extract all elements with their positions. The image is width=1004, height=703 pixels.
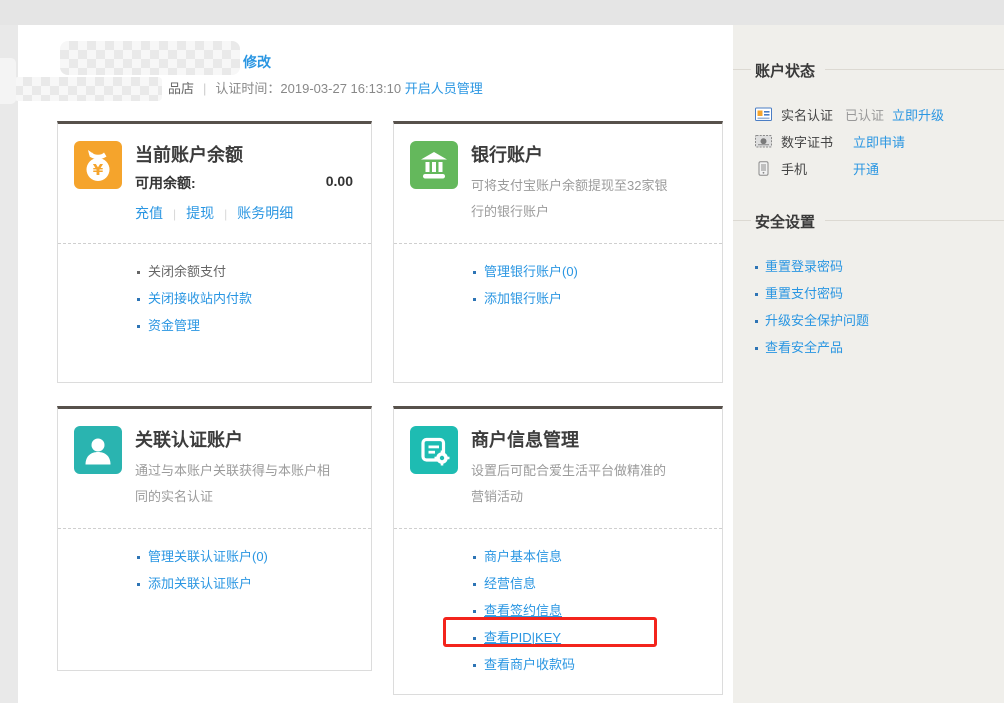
status-row-certificate: 数字证书 立即申请 — [755, 132, 1004, 151]
modify-link[interactable]: 修改 — [243, 52, 271, 72]
card-balance-title: 当前账户余额 — [135, 145, 243, 165]
recharge-link[interactable]: 充值 — [135, 205, 163, 221]
manage-linked-account-link[interactable]: 管理关联认证账户(0) — [137, 549, 371, 565]
card-merchant-header: 商户信息管理 设置后可配合爱生活平台做精准的营销活动 — [394, 409, 722, 529]
quick-separator: | — [224, 207, 228, 221]
reset-pay-password-link[interactable]: 重置支付密码 — [755, 286, 1004, 302]
svg-text:¥: ¥ — [93, 161, 104, 179]
realname-label: 实名认证 — [781, 107, 834, 123]
close-balance-pay-item[interactable]: 关闭余额支付 — [137, 264, 371, 280]
card-bank-title: 银行账户 — [471, 145, 543, 165]
card-bank-header: 银行账户 可将支付宝账户余额提现至32家银行的银行账户 — [394, 124, 722, 244]
account-subline: 品店 | 认证时间：2019-03-27 16:13:10 开启人员管理 — [168, 78, 483, 97]
card-bank-desc: 可将支付宝账户余额提现至32家银行的银行账户 — [471, 178, 668, 219]
card-bank: 银行账户 可将支付宝账户余额提现至32家银行的银行账户 管理银行账户(0) 添加… — [393, 121, 723, 383]
account-status-list: 实名认证 已认证 立即升级 数字证书 立即申请 手机 开通 — [755, 105, 1004, 178]
id-card-icon — [755, 107, 772, 121]
left-gray-strip — [0, 25, 18, 703]
security-links: 重置登录密码 重置支付密码 升级安全保护问题 查看安全产品 — [755, 259, 1004, 356]
staff-management-link[interactable]: 开启人员管理 — [405, 81, 483, 96]
card-merchant-title: 商户信息管理 — [471, 430, 579, 450]
available-balance-value: 0.00 — [325, 173, 353, 189]
right-sidebar: 账户状态 实名认证 已认证 立即升级 数字证书 立即申请 手机 开通 安全设置 … — [733, 25, 1004, 703]
card-balance: ¥ 当前账户余额 可用余额: 0.00 充值 | 提现 | 账务明细 关闭余额支付 关闭… — [57, 121, 372, 383]
status-row-phone: 手机 开通 — [755, 159, 1004, 178]
activate-link[interactable]: 开通 — [853, 159, 879, 178]
merchant-basic-info-link[interactable]: 商户基本信息 — [473, 549, 722, 565]
upgrade-security-question-link[interactable]: 升级安全保护问题 — [755, 313, 1004, 329]
card-linked-header: 关联认证账户 通过与本账户关联获得与本账户相同的实名认证 — [58, 409, 371, 529]
certificate-icon — [755, 134, 772, 147]
cert-time-value: 2019-03-27 16:13:10 — [280, 81, 402, 96]
add-linked-account-link[interactable]: 添加关联认证账户 — [137, 576, 371, 592]
card-linked-desc: 通过与本账户关联获得与本账户相同的实名认证 — [135, 463, 331, 504]
phone-label: 手机 — [781, 161, 808, 177]
status-row-realname: 实名认证 已认证 立即升级 — [755, 105, 1004, 124]
top-gray-bar — [0, 0, 1004, 25]
add-bank-account-link[interactable]: 添加银行账户 — [473, 291, 722, 307]
cert-time-label: 认证时间： — [215, 81, 281, 96]
cards-grid: ¥ 当前账户余额 可用余额: 0.00 充值 | 提现 | 账务明细 关闭余额支付 关闭… — [57, 121, 723, 695]
view-security-products-link[interactable]: 查看安全产品 — [755, 340, 1004, 356]
upgrade-now-link[interactable]: 立即升级 — [892, 105, 944, 124]
person-icon — [74, 426, 122, 474]
redacted-account-name — [60, 41, 240, 75]
main-content: 修改 品店 | 认证时间：2019-03-27 16:13:10 开启人员管理 ¥ … — [14, 25, 733, 703]
document-gear-icon — [410, 426, 458, 474]
account-status-heading: 账户状态 — [733, 60, 1004, 80]
fund-management-link[interactable]: 资金管理 — [137, 318, 371, 334]
card-linked-accounts: 关联认证账户 通过与本账户关联获得与本账户相同的实名认证 管理关联认证账户(0)… — [57, 406, 372, 671]
apply-now-link[interactable]: 立即申请 — [853, 132, 905, 151]
redacted-shop-name — [14, 77, 162, 101]
certificate-label: 数字证书 — [781, 134, 834, 150]
subline-divider: | — [203, 81, 207, 96]
security-settings-heading: 安全设置 — [733, 211, 1004, 231]
view-contract-info-link[interactable]: 查看签约信息 — [473, 603, 722, 619]
quick-separator: | — [173, 207, 177, 221]
reset-login-password-link[interactable]: 重置登录密码 — [755, 259, 1004, 275]
money-bag-icon: ¥ — [74, 141, 122, 189]
withdraw-link[interactable]: 提现 — [186, 205, 214, 221]
bank-icon — [410, 141, 458, 189]
available-balance-label: 可用余额: — [135, 175, 196, 191]
close-onsite-pay-link[interactable]: 关闭接收站内付款 — [137, 291, 371, 307]
card-balance-header: ¥ 当前账户余额 可用余额: 0.00 充值 | 提现 | 账务明细 — [58, 124, 371, 244]
card-merchant-info: 商户信息管理 设置后可配合爱生活平台做精准的营销活动 商户基本信息 经营信息 查… — [393, 406, 723, 695]
phone-icon — [758, 160, 769, 176]
card-linked-title: 关联认证账户 — [135, 430, 243, 450]
manage-bank-account-link[interactable]: 管理银行账户(0) — [473, 264, 722, 280]
shop-name-suffix: 品店 — [168, 81, 195, 96]
card-merchant-desc: 设置后可配合爱生活平台做精准的营销活动 — [471, 463, 667, 504]
redacted-blur-edge — [0, 58, 16, 104]
account-detail-link[interactable]: 账务明细 — [237, 205, 293, 221]
business-info-link[interactable]: 经营信息 — [473, 576, 722, 592]
view-pid-key-link[interactable]: 查看PID|KEY — [443, 617, 722, 647]
realname-status: 已认证 — [845, 107, 885, 123]
view-merchant-qr-link[interactable]: 查看商户收款码 — [473, 657, 722, 673]
